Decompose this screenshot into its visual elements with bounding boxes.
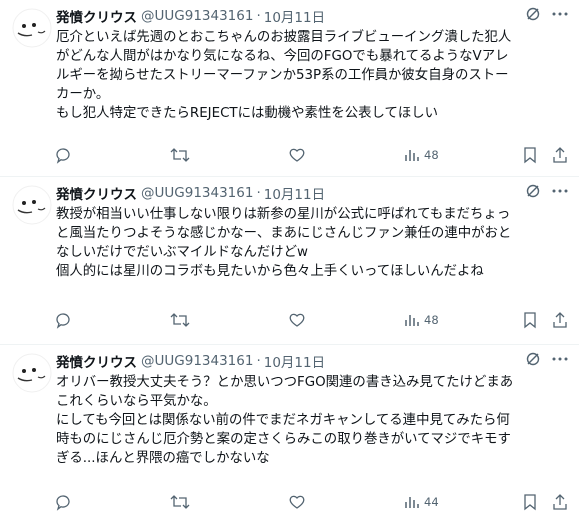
tweet-line: 個人的には星川のコラボも見たいから色々上手くいってほしいんだよね bbox=[56, 264, 484, 279]
more-icon[interactable] bbox=[551, 351, 569, 371]
tweet-line: がどんな人間がはかなり気になるね、今回のFGOでも暴れてるようなVアレ bbox=[56, 49, 509, 64]
tweet-text: 教授が相当いい仕事しない限りは新参の星川が公式に呼ばれてもまだちょっ と風当たりつ… bbox=[56, 205, 569, 281]
user-handle[interactable]: @UUG91343161 bbox=[141, 185, 253, 201]
tweet-line: ルギーを拗らせたストリーマーファンか53P系の工作員か彼女自身のストー bbox=[56, 68, 509, 83]
views-count: 44 bbox=[424, 495, 439, 509]
more-icon[interactable] bbox=[551, 6, 569, 26]
user-handle[interactable]: @UUG91343161 bbox=[141, 8, 253, 24]
views-icon bbox=[405, 497, 419, 508]
share-icon bbox=[553, 312, 567, 328]
reply-icon bbox=[56, 148, 70, 164]
views-button[interactable]: 44 bbox=[404, 494, 439, 510]
views-button[interactable]: 48 bbox=[404, 312, 439, 328]
user-handle[interactable]: @UUG91343161 bbox=[141, 353, 253, 369]
bookmark-button[interactable] bbox=[522, 311, 538, 329]
separator-dot: · bbox=[256, 185, 261, 201]
tweet[interactable]: 発憤クリウス @UUG91343161 · 10月11日 厄介といえば先週のとお… bbox=[0, 0, 579, 177]
separator-dot: · bbox=[256, 353, 261, 369]
share-button[interactable] bbox=[552, 146, 568, 164]
timestamp[interactable]: 10月11日 bbox=[264, 183, 325, 203]
reply-button[interactable] bbox=[54, 493, 72, 511]
like-button[interactable] bbox=[288, 146, 306, 164]
views-icon bbox=[405, 150, 419, 161]
action-bar: 44 bbox=[0, 492, 579, 512]
tweet[interactable]: 発憤クリウス @UUG91343161 · 10月11日 教授が相当いい仕事しな… bbox=[0, 177, 579, 345]
retweet-icon bbox=[170, 313, 190, 327]
share-icon bbox=[553, 494, 567, 510]
like-button[interactable] bbox=[288, 311, 306, 329]
bookmark-button[interactable] bbox=[522, 493, 538, 511]
tweet-header: 発憤クリウス @UUG91343161 · 10月11日 bbox=[56, 183, 569, 203]
like-icon bbox=[289, 495, 305, 509]
grok-icon[interactable] bbox=[525, 6, 541, 26]
tweet-line: なしいだけでだいぶマイルドなんだけどw bbox=[56, 245, 308, 260]
reply-button[interactable] bbox=[54, 311, 72, 329]
views-icon bbox=[405, 315, 419, 326]
share-button[interactable] bbox=[552, 493, 568, 511]
tweet-line: と風当たりつよそうな感じかなー、まあにじさんじファン兼任の連中がおと bbox=[56, 226, 512, 241]
like-button[interactable] bbox=[288, 493, 306, 511]
retweet-button[interactable] bbox=[170, 311, 190, 329]
tweet-line: オリバー教授大丈夫そう？とか思いつつFGO関連の書き込み見てたけどまあ bbox=[56, 375, 514, 390]
reply-icon bbox=[56, 313, 70, 329]
reply-icon bbox=[56, 495, 70, 511]
tweet-header: 発憤クリウス @UUG91343161 · 10月11日 bbox=[56, 351, 569, 371]
tweet-line: これくらいなら平気かな。 bbox=[56, 394, 217, 409]
more-icon[interactable] bbox=[551, 183, 569, 203]
like-icon bbox=[289, 313, 305, 327]
reply-button[interactable] bbox=[54, 146, 72, 164]
views-button[interactable]: 48 bbox=[404, 147, 439, 163]
retweet-icon bbox=[170, 495, 190, 509]
action-bar: 48 bbox=[0, 310, 579, 330]
tweet-line: カーか。 bbox=[56, 87, 110, 102]
tweet-header: 発憤クリウス @UUG91343161 · 10月11日 bbox=[56, 6, 569, 26]
grok-icon[interactable] bbox=[525, 351, 541, 371]
tweet-text: 厄介といえば先週のとおこちゃんのお披露目ライブビューイング潰した犯人 がどんな人間… bbox=[56, 28, 569, 123]
timestamp[interactable]: 10月11日 bbox=[264, 6, 325, 26]
separator-dot: · bbox=[256, 8, 261, 24]
avatar[interactable] bbox=[12, 185, 52, 225]
bookmark-icon bbox=[524, 312, 536, 329]
retweet-icon bbox=[170, 148, 190, 162]
avatar[interactable] bbox=[12, 353, 52, 393]
display-name[interactable]: 発憤クリウス bbox=[56, 6, 137, 26]
tweet-line: 時ものにじさんじ厄介勢と案の定さくらみこの取り巻きがいてマジでキモす bbox=[56, 432, 511, 447]
bookmark-icon bbox=[524, 494, 536, 511]
tweet-line: ぎる...ほんと界隈の癌でしかないな bbox=[56, 451, 270, 466]
bookmark-icon bbox=[524, 147, 536, 164]
views-count: 48 bbox=[424, 148, 439, 162]
tweet-line: にしても今回とは関係ない前の件でまだネガキャンしてる連中見てみたら何 bbox=[56, 413, 510, 428]
bookmark-button[interactable] bbox=[522, 146, 538, 164]
action-bar: 48 bbox=[0, 145, 579, 165]
timestamp[interactable]: 10月11日 bbox=[264, 351, 325, 371]
tweet-line: もし犯人特定できたらREJECTには動機や素性を公表してほしい bbox=[56, 106, 439, 121]
retweet-button[interactable] bbox=[170, 146, 190, 164]
grok-icon[interactable] bbox=[525, 183, 541, 203]
share-button[interactable] bbox=[552, 311, 568, 329]
like-icon bbox=[289, 148, 305, 162]
tweet-line: 厄介といえば先週のとおこちゃんのお披露目ライブビューイング潰した犯人 bbox=[56, 30, 512, 45]
retweet-button[interactable] bbox=[170, 493, 190, 511]
tweet-text: オリバー教授大丈夫そう？とか思いつつFGO関連の書き込み見てたけどまあ これくらい… bbox=[56, 373, 569, 468]
avatar[interactable] bbox=[12, 8, 52, 48]
display-name[interactable]: 発憤クリウス bbox=[56, 183, 137, 203]
tweet[interactable]: 発憤クリウス @UUG91343161 · 10月11日 オリバー教授大丈夫そう… bbox=[0, 345, 579, 521]
display-name[interactable]: 発憤クリウス bbox=[56, 351, 137, 371]
tweet-line: 教授が相当いい仕事しない限りは新参の星川が公式に呼ばれてもまだちょっ bbox=[56, 207, 511, 222]
views-count: 48 bbox=[424, 313, 439, 327]
share-icon bbox=[553, 147, 567, 163]
